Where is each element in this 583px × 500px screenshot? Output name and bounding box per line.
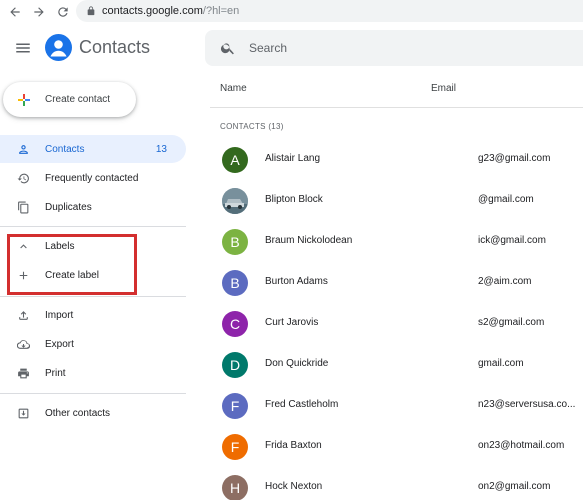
contact-email: 2@aim.com <box>478 276 532 287</box>
sidebar-item-frequently-contacted[interactable]: Frequently contacted <box>0 164 186 192</box>
reload-button[interactable] <box>54 3 72 21</box>
sidebar-item-export[interactable]: Export <box>0 330 186 358</box>
archive-icon <box>16 406 30 420</box>
contact-email: on23@hotmail.com <box>478 440 565 451</box>
avatar: C <box>222 311 248 337</box>
sidebar-item-print[interactable]: Print <box>0 359 186 387</box>
car-photo-icon <box>222 188 248 214</box>
contact-name: Fred Castleholm <box>265 399 339 410</box>
sidebar-divider <box>0 226 186 227</box>
contact-name: Curt Jarovis <box>265 317 319 328</box>
back-button[interactable] <box>6 3 24 21</box>
history-icon <box>16 171 30 185</box>
search-input[interactable] <box>249 41 549 55</box>
contacts-count: 13 <box>155 143 167 155</box>
create-contact-label: Create contact <box>45 94 111 105</box>
address-bar[interactable]: contacts.google.com/?hl=en <box>76 0 583 22</box>
hamburger-icon <box>16 43 30 53</box>
contact-email: ick@gmail.com <box>478 235 546 246</box>
avatar-photo <box>222 188 248 214</box>
browser-toolbar: contacts.google.com/?hl=en <box>0 0 583 24</box>
upload-icon <box>16 308 30 322</box>
column-header-name[interactable]: Name <box>220 83 247 94</box>
contact-email: s2@gmail.com <box>478 317 545 328</box>
avatar: B <box>222 270 248 296</box>
avatar: D <box>222 352 248 378</box>
sidebar-item-import[interactable]: Import <box>0 301 186 329</box>
contact-name: Hock Nexton <box>265 481 323 492</box>
contact-row[interactable]: Blipton Block @gmail.com <box>210 182 583 222</box>
contacts-logo <box>45 34 72 61</box>
sidebar-item-label: Export <box>45 338 74 350</box>
sidebar-item-label: Print <box>45 367 66 379</box>
avatar: H <box>222 475 248 500</box>
reload-icon <box>58 7 68 17</box>
contact-row[interactable]: B Braum Nickolodean ick@gmail.com <box>210 223 583 263</box>
search-icon[interactable] <box>220 40 236 56</box>
contact-email: on2@gmail.com <box>478 481 551 492</box>
create-contact-button[interactable]: Create contact <box>3 82 136 117</box>
avatar: F <box>222 434 248 460</box>
contact-email: n23@serversusa.co... <box>478 399 576 410</box>
colorful-plus-icon <box>18 93 30 106</box>
avatar: A <box>222 147 248 173</box>
contact-email: @gmail.com <box>478 194 534 205</box>
avatar: B <box>222 229 248 255</box>
contact-row[interactable]: F Fred Castleholm n23@serversusa.co... <box>210 387 583 427</box>
url-host: contacts.google.com <box>102 5 203 17</box>
sidebar-item-contacts[interactable]: Contacts 13 <box>0 135 186 163</box>
contact-name: Frida Baxton <box>265 440 322 451</box>
contact-email: gmail.com <box>478 358 524 369</box>
sidebar-item-label: Frequently contacted <box>45 172 139 184</box>
search-bar[interactable] <box>205 30 583 66</box>
print-icon <box>16 366 30 380</box>
sidebar-divider <box>0 296 186 297</box>
app-title: Contacts <box>79 37 151 57</box>
contact-name: Braum Nickolodean <box>265 235 353 246</box>
contact-row[interactable]: H Hock Nexton on2@gmail.com <box>210 469 583 500</box>
person-icon <box>16 142 30 156</box>
contact-name: Don Quickride <box>265 358 329 369</box>
url-path: /?hl=en <box>202 5 240 17</box>
avatar: F <box>222 393 248 419</box>
column-header-email[interactable]: Email <box>431 83 456 94</box>
contact-name: Burton Adams <box>265 276 328 287</box>
forward-button[interactable] <box>30 3 48 21</box>
arrow-right-icon <box>34 7 44 17</box>
contact-row[interactable]: F Frida Baxton on23@hotmail.com <box>210 428 583 468</box>
contact-row[interactable]: B Burton Adams 2@aim.com <box>210 264 583 304</box>
contact-row[interactable]: A Alistair Lang g23@gmail.com <box>210 141 583 181</box>
sidebar-item-label: Contacts <box>45 143 85 155</box>
contacts-section-title: CONTACTS (13) <box>220 122 284 131</box>
main-menu-button[interactable] <box>14 39 32 57</box>
sidebar-item-other-contacts[interactable]: Other contacts <box>0 399 186 427</box>
duplicate-icon <box>16 200 30 214</box>
contact-name: Alistair Lang <box>265 153 321 164</box>
sidebar-item-duplicates[interactable]: Duplicates <box>0 193 186 221</box>
lock-icon <box>87 6 95 16</box>
contact-email: g23@gmail.com <box>478 153 551 164</box>
sidebar-item-label: Import <box>45 309 74 321</box>
sidebar-item-label: Duplicates <box>45 201 92 213</box>
contact-name: Blipton Block <box>265 194 323 205</box>
cloud-download-icon <box>16 337 30 351</box>
sidebar-divider <box>0 393 186 394</box>
contact-row[interactable]: C Curt Jarovis s2@gmail.com <box>210 305 583 345</box>
person-logo-icon <box>50 40 67 57</box>
arrow-left-icon <box>10 7 20 17</box>
sidebar-item-label: Other contacts <box>45 407 111 419</box>
highlight-box <box>7 234 137 295</box>
header-divider <box>210 107 583 108</box>
contact-row[interactable]: D Don Quickride gmail.com <box>210 346 583 386</box>
